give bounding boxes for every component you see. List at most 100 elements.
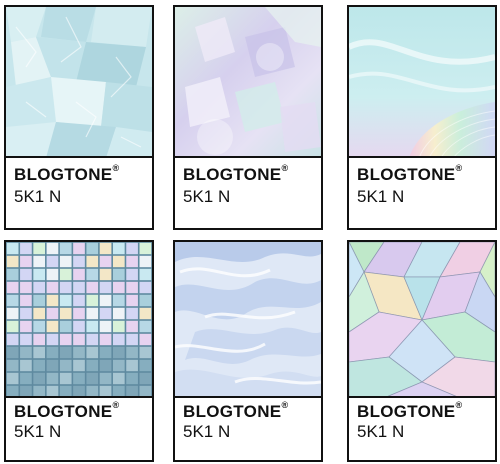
mosaic-tile <box>46 294 59 307</box>
mosaic-tile <box>20 268 32 281</box>
mosaic-tile <box>86 294 99 307</box>
mosaic-tile <box>33 268 46 281</box>
mosaic-tile <box>59 268 72 281</box>
mosaic-tile <box>46 242 59 255</box>
mosaic-tile <box>139 320 152 333</box>
mosaic-tile <box>6 268 19 281</box>
pastel-crystals-image <box>175 7 321 158</box>
mosaic-tile <box>126 281 138 294</box>
mosaic-tile <box>86 307 99 320</box>
brand-name: BLOGTONE® <box>14 400 120 421</box>
mosaic-tile <box>33 333 46 346</box>
mosaic-tile <box>33 359 46 372</box>
mosaic-tile <box>139 333 152 346</box>
mosaic-tile <box>86 255 99 268</box>
mosaic-tile <box>99 281 112 294</box>
mosaic-tile <box>99 333 112 346</box>
mosaic-tile <box>139 359 152 372</box>
mosaic-tile <box>126 294 138 307</box>
mosaic-tile <box>6 242 19 255</box>
color-code: 5K1 N <box>357 422 405 441</box>
snowy-terrain-image <box>175 242 321 398</box>
mosaic-tile <box>126 307 138 320</box>
swatch-label: BLOGTONE® 5K1 N <box>175 396 321 460</box>
mosaic-tile <box>86 346 99 359</box>
brand-name: BLOGTONE® <box>357 400 463 421</box>
mosaic-tile <box>73 346 85 359</box>
mosaic-tile <box>6 346 19 359</box>
mosaic-tile <box>112 346 125 359</box>
mosaic-tile <box>126 242 138 255</box>
brand-name: BLOGTONE® <box>14 163 120 184</box>
color-code: 5K1 N <box>14 187 62 206</box>
mosaic-tile <box>59 320 72 333</box>
mosaic-tile <box>73 294 85 307</box>
mosaic-tile <box>99 320 112 333</box>
mosaic-tile <box>86 242 99 255</box>
pastel-kaleidoscope-image <box>349 242 495 398</box>
mosaic-tile <box>99 294 112 307</box>
mosaic-tile <box>99 242 112 255</box>
mosaic-tile <box>20 359 32 372</box>
swatch-label: BLOGTONE® 5K1 N <box>349 156 495 228</box>
mosaic-tile <box>6 294 19 307</box>
mosaic-tile <box>20 307 32 320</box>
swatch-card-6: BLOGTONE® 5K1 N <box>347 240 497 462</box>
mosaic-tile <box>126 268 138 281</box>
mosaic-tile <box>46 320 59 333</box>
mosaic-tile <box>6 320 19 333</box>
mosaic-tile <box>46 333 59 346</box>
mosaic-tile <box>20 333 32 346</box>
mosaic-tile <box>126 346 138 359</box>
mosaic-tile <box>112 281 125 294</box>
mosaic-tile <box>6 255 19 268</box>
mosaic-tile <box>139 372 152 385</box>
brand-name: BLOGTONE® <box>357 163 463 184</box>
swatch-label: BLOGTONE® 5K1 N <box>6 396 152 460</box>
mosaic-tile <box>20 320 32 333</box>
mosaic-tile <box>126 359 138 372</box>
mosaic-tile <box>73 333 85 346</box>
swatch-label: BLOGTONE® 5K1 N <box>6 156 152 228</box>
color-code: 5K1 N <box>14 422 62 441</box>
mosaic-tile <box>59 242 72 255</box>
mosaic-tile <box>6 359 19 372</box>
mosaic-tile <box>59 359 72 372</box>
mosaic-tile <box>59 307 72 320</box>
brand-name: BLOGTONE® <box>183 163 289 184</box>
mosaic-tile <box>73 307 85 320</box>
color-code: 5K1 N <box>183 187 231 206</box>
mosaic-tile <box>86 359 99 372</box>
mosaic-tile <box>59 294 72 307</box>
mosaic-tile <box>112 333 125 346</box>
mosaic-tile <box>112 372 125 385</box>
mosaic-tile <box>6 333 19 346</box>
mosaic-tile <box>46 359 59 372</box>
mosaic-tile <box>112 320 125 333</box>
mosaic-tile <box>126 372 138 385</box>
mosaic-tile <box>73 268 85 281</box>
mosaic-tile <box>99 359 112 372</box>
ice-crystals-image <box>6 7 152 158</box>
mosaic-tile <box>73 281 85 294</box>
holographic-waves-image <box>349 7 495 158</box>
mosaic-tile <box>99 268 112 281</box>
mosaic-tile <box>73 320 85 333</box>
mosaic-tile <box>6 372 19 385</box>
brand-name: BLOGTONE® <box>183 400 289 421</box>
mosaic-tile <box>20 242 32 255</box>
mosaic-tile <box>33 255 46 268</box>
mosaic-tile <box>20 281 32 294</box>
swatch-card-1: BLOGTONE® 5K1 N <box>4 5 154 230</box>
color-code: 5K1 N <box>357 187 405 206</box>
mosaic-tile <box>112 307 125 320</box>
mosaic-tile <box>73 359 85 372</box>
mosaic-tile <box>59 255 72 268</box>
mosaic-tile <box>86 281 99 294</box>
mosaic-tile <box>33 294 46 307</box>
mosaic-tile <box>46 346 59 359</box>
mosaic-tile <box>6 307 19 320</box>
mosaic-tile <box>112 359 125 372</box>
mosaic-tile <box>126 320 138 333</box>
swatch-card-5: BLOGTONE® 5K1 N <box>173 240 323 462</box>
